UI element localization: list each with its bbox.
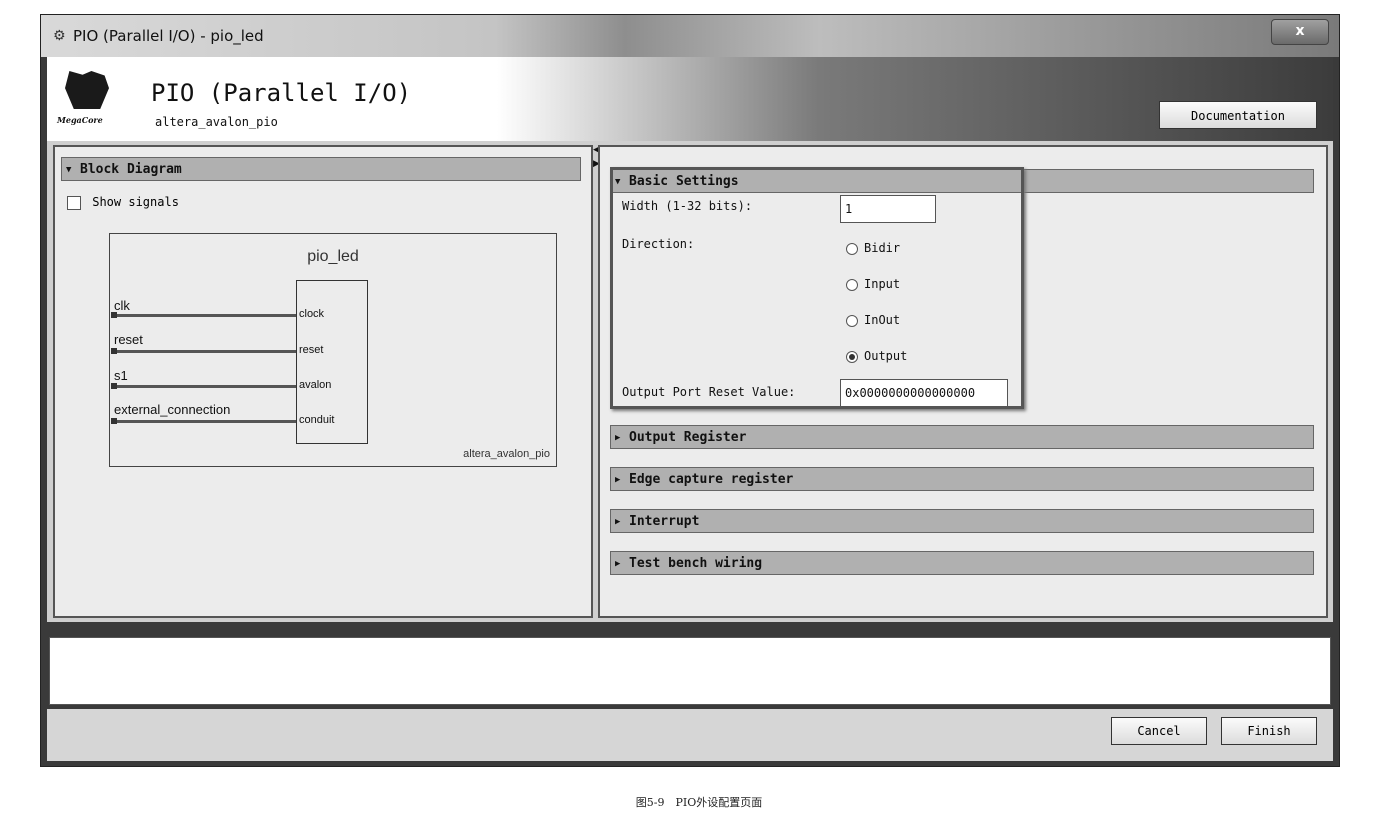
port-reset: reset [299, 344, 324, 356]
figure-caption: 图5-9 PIO外设配置页面 [635, 796, 763, 809]
settings-panel: ▼ Basic Settings Width (1-32 bits): 1 Di… [598, 145, 1328, 618]
block-diagram-header[interactable]: ▼ Block Diagram [61, 157, 581, 181]
cancel-button[interactable]: Cancel [1111, 717, 1207, 745]
output-register-header[interactable]: ▶ Output Register [610, 425, 1314, 449]
radio-bidir-label: Bidir [864, 241, 901, 255]
collapse-down-icon: ▼ [66, 165, 72, 175]
signal-reset: reset [114, 332, 143, 347]
radio-bidir-indicator[interactable] [846, 242, 858, 255]
logo-text: MegaCore [57, 115, 103, 125]
radio-input-label: Input [864, 277, 901, 291]
test-bench-header[interactable]: ▶ Test bench wiring [610, 551, 1314, 575]
port-clock: clock [299, 308, 325, 320]
expand-right-icon: ▶ [615, 475, 621, 485]
wire-s1 [111, 383, 296, 389]
reset-value-input[interactable]: 0x0000000000000000 [840, 379, 1008, 407]
show-signals-label: Show signals [92, 195, 179, 209]
test-bench-title: Test bench wiring [629, 556, 763, 571]
reset-value-label: Output Port Reset Value: [622, 385, 796, 399]
documentation-button[interactable]: Documentation [1159, 101, 1317, 129]
port-avalon: avalon [299, 379, 332, 391]
window-title: PIO (Parallel I/O) - pio_led [73, 27, 264, 45]
diagram-title: pio_led [307, 248, 359, 265]
megacore-logo-icon [65, 71, 109, 109]
output-register-title: Output Register [629, 430, 747, 445]
interrupt-header[interactable]: ▶ Interrupt [610, 509, 1314, 533]
width-label: Width (1-32 bits): [622, 199, 753, 213]
direction-label: Direction: [622, 237, 695, 251]
diagram-footer: altera_avalon_pio [463, 448, 550, 460]
port-conduit: conduit [299, 414, 335, 426]
signal-external-connection: external_connection [114, 402, 231, 417]
signal-s1: s1 [114, 368, 128, 383]
radio-inout-indicator[interactable] [846, 314, 858, 327]
radio-inout-label: InOut [864, 313, 901, 327]
dialog-window: ⚙ PIO (Parallel I/O) - pio_led x MegaCor… [40, 14, 1340, 767]
width-input[interactable]: 1 [840, 195, 936, 223]
megacore-logo: MegaCore [57, 71, 119, 129]
content-area: ▼ Block Diagram Show signals pio_led clk… [47, 141, 1333, 622]
radio-output[interactable]: Output [846, 349, 907, 363]
expand-right-icon: ▶ [615, 433, 621, 443]
signal-clk: clk [114, 298, 130, 313]
radio-output-indicator[interactable] [846, 350, 858, 363]
finish-button[interactable]: Finish [1221, 717, 1317, 745]
app-icon: ⚙ [53, 28, 66, 44]
block-diagram-title: Block Diagram [80, 162, 182, 177]
edge-capture-header[interactable]: ▶ Edge capture register [610, 467, 1314, 491]
component-subtitle: altera_avalon_pio [155, 115, 278, 129]
component-title: PIO (Parallel I/O) [151, 79, 412, 107]
title-bar: ⚙ PIO (Parallel I/O) - pio_led x [41, 15, 1339, 57]
radio-output-label: Output [864, 349, 908, 363]
radio-input[interactable]: Input [846, 277, 900, 291]
edge-capture-title: Edge capture register [629, 472, 794, 487]
block-diagram: pio_led clk clock reset reset s1 avalon … [109, 233, 557, 467]
header-banner: MegaCore PIO (Parallel I/O) altera_avalo… [47, 57, 1333, 141]
expand-right-icon: ▶ [615, 559, 621, 569]
message-area [49, 637, 1331, 705]
block-diagram-panel: ▼ Block Diagram Show signals pio_led clk… [53, 145, 593, 618]
wire-reset [111, 348, 296, 354]
radio-input-indicator[interactable] [846, 278, 858, 291]
interrupt-title: Interrupt [629, 514, 700, 529]
expand-right-icon: ▶ [615, 517, 621, 527]
wire-clk [111, 312, 296, 318]
radio-inout[interactable]: InOut [846, 313, 900, 327]
radio-bidir[interactable]: Bidir [846, 241, 900, 255]
wire-external-connection [111, 418, 296, 424]
close-button[interactable]: x [1271, 19, 1329, 45]
show-signals-checkbox[interactable] [67, 195, 81, 210]
show-signals-row[interactable]: Show signals [67, 195, 179, 210]
button-bar: Cancel Finish [47, 709, 1333, 761]
